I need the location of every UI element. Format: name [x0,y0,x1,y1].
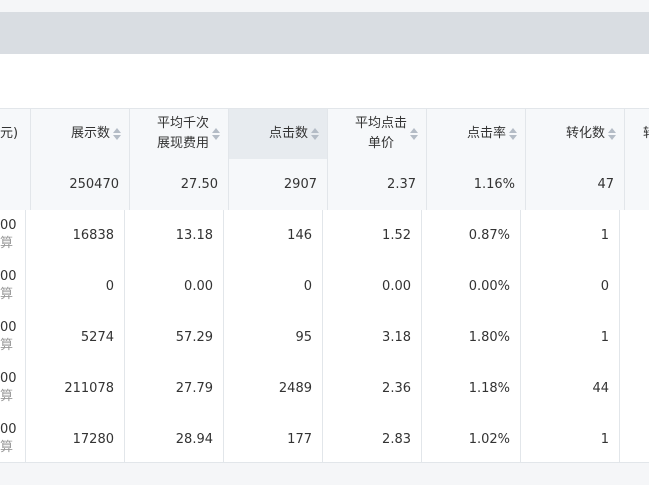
row-budget-note: 算 [0,338,14,353]
table-cell: 57.29 [125,312,224,363]
header-cpc[interactable]: 平均点击 单价 [328,109,427,159]
row-budget-value: 00 [0,371,17,386]
sort-icon[interactable] [608,128,616,140]
row-budget-cell: 00 算 [0,210,26,261]
row-budget-value: 00 [0,422,17,437]
header-cpm-line1: 平均千次 [156,116,209,131]
table-cell: 0 [521,261,620,312]
table-row: 00 算 16838 13.18 146 1.52 0.87% 1 [0,210,649,262]
table-cell: 2.83 [323,414,422,465]
table-cell: 211078 [26,363,125,414]
table-cell: 1.80% [422,312,521,363]
header-impressions[interactable]: 展示数 [31,109,130,159]
header-cpc-line1: 平均点击 [354,116,407,131]
summary-cell: 2.37 [328,159,427,210]
table-cell: 0.00 [323,261,422,312]
header-next-clipped[interactable]: 转 [625,109,649,159]
table-row: 00 算 5274 57.29 95 3.18 1.80% 1 [0,312,649,364]
header-conversions[interactable]: 转化数 [526,109,625,159]
table-cell: 1.52 [323,210,422,261]
header-clicks[interactable]: 点击数 [229,109,328,159]
summary-cell: 47 [526,159,625,210]
row-budget-note: 算 [0,236,14,251]
table-cell [620,210,649,261]
summary-cell [0,159,31,210]
summary-cell: 250470 [31,159,130,210]
summary-cell [625,159,649,210]
sort-icon[interactable] [212,128,220,140]
row-budget-note: 算 [0,440,14,455]
table-cell: 1 [521,210,620,261]
table-cell: 2489 [224,363,323,414]
top-strip [0,0,649,12]
header-cost-clipped[interactable]: 元) [0,109,31,159]
header-cpm-label: 平均千次 展现费用 [157,114,209,154]
horizontal-scrollbar[interactable] [0,462,649,485]
table-cell [620,414,649,465]
header-ctr-label: 点击率 [466,126,506,141]
summary-cell: 1.16% [427,159,526,210]
row-budget-cell: 00 算 [0,312,26,363]
table-cell: 28.94 [125,414,224,465]
summary-cell: 27.50 [130,159,229,210]
header-conversions-label: 转化数 [565,126,605,141]
table-cell: 1.18% [422,363,521,414]
row-budget-value: 00 [0,218,17,233]
header-impressions-label: 展示数 [70,126,110,141]
table-cell: 0 [224,261,323,312]
table-cell: 17280 [26,414,125,465]
header-cpc-line2: 单价 [367,136,394,151]
table-row: 00 算 0 0.00 0 0.00 0.00% 0 [0,261,649,313]
header-cost-label: 元) [0,126,19,141]
table-cell: 13.18 [125,210,224,261]
table-cell [620,261,649,312]
sort-icon[interactable] [113,128,121,140]
table-row: 00 算 17280 28.94 177 2.83 1.02% 1 [0,414,649,466]
table-cell: 44 [521,363,620,414]
table-cell [620,312,649,363]
table-header: 元) 展示数 平均千次 展现费用 点击数 平均点击 单价 点击率 转化数 转 [0,108,649,160]
summary-row: 250470 27.50 2907 2.37 1.16% 47 [0,159,649,211]
table-cell: 0 [26,261,125,312]
row-budget-cell: 00 算 [0,261,26,312]
header-cpm-line2: 展现费用 [156,136,209,151]
summary-cell: 2907 [229,159,328,210]
row-budget-value: 00 [0,320,17,335]
table-cell: 16838 [26,210,125,261]
sort-icon[interactable] [311,128,319,140]
header-cpc-label: 平均点击 单价 [355,114,407,154]
header-clicks-label: 点击数 [268,126,308,141]
row-budget-note: 算 [0,287,14,302]
sort-icon[interactable] [509,128,517,140]
header-cpm[interactable]: 平均千次 展现费用 [130,109,229,159]
table-cell: 0.00 [125,261,224,312]
toolbar-bar [0,12,649,54]
table-cell: 5274 [26,312,125,363]
table-cell: 146 [224,210,323,261]
table-cell: 1.02% [422,414,521,465]
header-next-label: 转 [643,124,649,144]
row-budget-value: 00 [0,269,17,284]
table-cell: 3.18 [323,312,422,363]
table-cell: 1 [521,414,620,465]
table-cell: 1 [521,312,620,363]
row-budget-cell: 00 算 [0,363,26,414]
table-cell: 0.87% [422,210,521,261]
table-cell: 0.00% [422,261,521,312]
row-budget-note: 算 [0,389,14,404]
table-row: 00 算 211078 27.79 2489 2.36 1.18% 44 [0,363,649,415]
table-cell: 177 [224,414,323,465]
sort-icon[interactable] [410,128,418,140]
table-cell: 27.79 [125,363,224,414]
header-ctr[interactable]: 点击率 [427,109,526,159]
row-budget-cell: 00 算 [0,414,26,465]
table-cell: 2.36 [323,363,422,414]
table-cell: 95 [224,312,323,363]
spacer [0,54,649,108]
table-cell [620,363,649,414]
